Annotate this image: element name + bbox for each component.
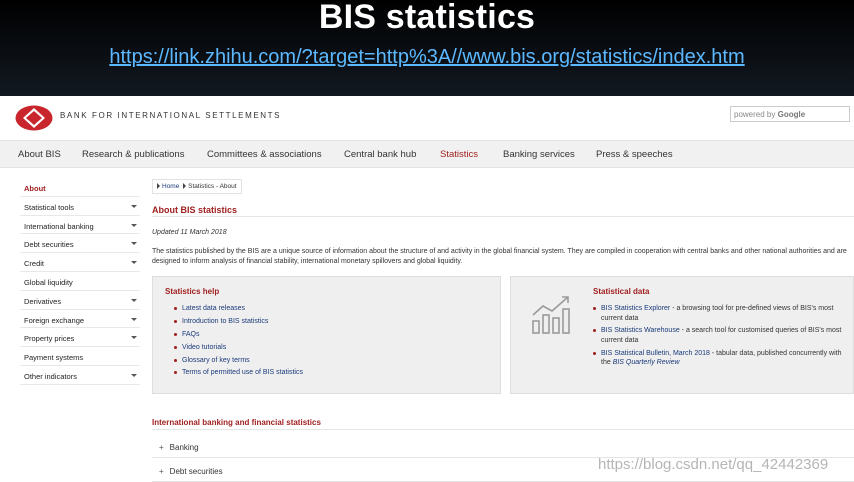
source-url-link[interactable]: https://link.zhihu.com/?target=http%3A//… [0, 46, 854, 69]
nav-research[interactable]: Research & publications [82, 149, 184, 160]
accordion-label: Banking [169, 443, 199, 452]
help-link[interactable]: Terms of permitted use of BIS statistics [174, 368, 303, 378]
sidebar-item-label: Global liquidity [24, 277, 73, 287]
site-header: BANK FOR INTERNATIONAL SETTLEMENTS power… [0, 96, 854, 140]
sidebar-item-label: Property prices [24, 334, 75, 344]
breadcrumb-current: Statistics - About [188, 183, 237, 190]
nav-press[interactable]: Press & speeches [596, 149, 673, 160]
divider [152, 216, 854, 217]
statistics-explorer-link[interactable]: BIS Statistics Explorer [601, 305, 670, 312]
sidebar-item-other-indicators[interactable]: Other indicators [20, 366, 140, 385]
nav-statistics[interactable]: Statistics [440, 149, 478, 160]
breadcrumb-home[interactable]: Home [162, 183, 179, 190]
list-item: BIS Statistics Warehouse - a search tool… [593, 326, 843, 345]
sidebar: About Statistical tools International ba… [20, 178, 140, 385]
sidebar-item-about[interactable]: About [20, 178, 140, 197]
sidebar-item-debt-securities[interactable]: Debt securities [20, 234, 140, 254]
chevron-down-icon[interactable] [131, 317, 137, 321]
statistics-help-panel: Statistics help Latest data releases Int… [152, 276, 501, 394]
help-links: Latest data releases Introduction to BIS… [174, 304, 303, 381]
search-input[interactable]: powered by Google [730, 106, 850, 122]
slide-header: BIS statistics https://link.zhihu.com/?t… [0, 0, 854, 96]
sidebar-item-global-liquidity[interactable]: Global liquidity [20, 272, 140, 291]
statistical-data-list: BIS Statistics Explorer - a browsing too… [593, 304, 843, 371]
search-prefix: powered by [734, 110, 776, 119]
statistical-bulletin-link[interactable]: BIS Statistical Bulletin, March 2018 [601, 350, 710, 357]
sidebar-item-property-prices[interactable]: Property prices [20, 328, 140, 348]
chevron-down-icon[interactable] [131, 373, 137, 377]
chevron-down-icon[interactable] [131, 261, 137, 265]
chevron-down-icon[interactable] [131, 298, 137, 302]
sidebar-item-credit[interactable]: Credit [20, 253, 140, 272]
chevron-down-icon[interactable] [131, 242, 137, 246]
bis-logo-icon[interactable] [15, 105, 53, 131]
nav-about[interactable]: About BIS [18, 149, 61, 160]
sidebar-item-label: Debt securities [24, 240, 74, 250]
bis-webpage: BANK FOR INTERNATIONAL SETTLEMENTS power… [0, 96, 854, 482]
breadcrumb: Home Statistics - About [152, 179, 242, 194]
help-link[interactable]: Video tutorials [174, 343, 303, 353]
statistics-warehouse-link[interactable]: BIS Statistics Warehouse [601, 327, 680, 334]
help-link[interactable]: Glossary of key terms [174, 356, 303, 366]
help-link[interactable]: Latest data releases [174, 304, 303, 314]
panel-title: Statistics help [165, 287, 220, 296]
site-name[interactable]: BANK FOR INTERNATIONAL SETTLEMENTS [60, 111, 281, 120]
list-item: BIS Statistics Explorer - a browsing too… [593, 304, 843, 323]
search-brand: Google [777, 110, 806, 119]
sidebar-item-label: Statistical tools [24, 202, 75, 212]
chevron-down-icon[interactable] [131, 223, 137, 227]
bar-chart-icon [532, 296, 570, 334]
sidebar-item-label: Foreign exchange [24, 315, 85, 325]
help-link[interactable]: Introduction to BIS statistics [174, 317, 303, 327]
sidebar-item-label: Payment systems [24, 353, 84, 363]
sidebar-item-label: International banking [24, 221, 94, 231]
quarterly-review-link[interactable]: BIS Quarterly Review [613, 359, 680, 366]
sidebar-item-label: Derivatives [24, 296, 62, 306]
sidebar-item-derivatives[interactable]: Derivatives [20, 291, 140, 310]
triangle-right-icon [157, 183, 160, 189]
help-link[interactable]: FAQs [174, 330, 303, 340]
panel-title: Statistical data [593, 287, 650, 296]
sidebar-item-foreign-exchange[interactable]: Foreign exchange [20, 310, 140, 329]
nav-central-bank-hub[interactable]: Central bank hub [344, 149, 416, 160]
sidebar-item-statistical-tools[interactable]: Statistical tools [20, 197, 140, 216]
main-nav: About BIS Research & publications Commit… [0, 140, 854, 168]
chevron-down-icon[interactable] [131, 336, 137, 340]
page-title: About BIS statistics [152, 205, 238, 215]
divider [152, 429, 854, 430]
sidebar-item-label: About [24, 184, 46, 193]
chevron-down-icon[interactable] [131, 204, 137, 208]
intro-text: The statistics published by the BIS are … [152, 248, 847, 265]
accordion-label: Debt securities [169, 467, 223, 476]
sidebar-item-label: Other indicators [24, 371, 77, 381]
updated-date: Updated 11 March 2018 [152, 229, 227, 236]
nav-committees[interactable]: Committees & associations [207, 149, 322, 160]
nav-banking-services[interactable]: Banking services [503, 149, 575, 160]
list-item: BIS Statistical Bulletin, March 2018 - t… [593, 349, 843, 368]
sidebar-item-label: Credit [24, 259, 45, 269]
watermark: https://blog.csdn.net/qq_42442369 [598, 456, 829, 473]
sidebar-item-international-banking[interactable]: International banking [20, 216, 140, 235]
plus-icon: + [159, 443, 164, 452]
section-title: International banking and financial stat… [152, 418, 321, 427]
sidebar-item-payment-systems[interactable]: Payment systems [20, 347, 140, 366]
accordion-banking[interactable]: + Banking [152, 435, 854, 458]
triangle-right-icon [183, 183, 187, 189]
plus-icon: + [159, 467, 164, 476]
slide-title: BIS statistics [318, 0, 536, 36]
